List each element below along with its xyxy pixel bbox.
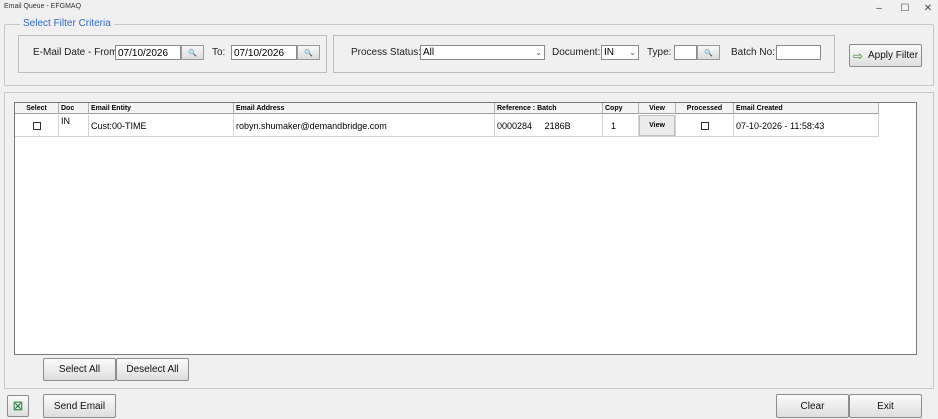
close-icon[interactable]: ✕ [918,0,938,16]
clear-button[interactable]: Clear [776,394,849,418]
row-processed-cell [676,115,734,137]
view-button[interactable]: View [639,115,675,136]
type-search-button[interactable]: 🔍 [697,45,720,60]
exit-button[interactable]: Exit [849,394,922,418]
row-select-checkbox[interactable] [33,122,41,130]
type-input[interactable] [674,45,697,60]
document-label: Document: [552,47,601,58]
row-email-entity: Cust:00-TIME [89,115,234,137]
window-title: Email Queue - EFGMAQ [4,3,82,10]
send-email-button[interactable]: Send Email [43,394,116,418]
row-email-created: 07-10-2026 - 11:58:43 [734,115,879,137]
document-select[interactable]: IN ⌄ [601,45,639,60]
excel-icon: ⊠ [12,398,24,413]
chevron-down-icon: ⌄ [629,48,636,57]
process-status-label: Process Status: [351,47,422,58]
date-from-search-button[interactable]: 🔍 [181,45,204,60]
process-status-select[interactable]: All ⌄ [420,45,545,60]
row-reference: 0000284 [497,121,533,131]
export-excel-button[interactable]: ⊠ [7,395,29,417]
minimize-icon[interactable]: – [866,0,892,16]
search-icon: 🔍 [704,49,713,57]
row-view-cell: View [639,115,676,137]
maximize-icon[interactable]: ☐ [892,0,918,16]
date-to-input[interactable]: 07/10/2026 [231,45,297,60]
email-grid: Select Doc Email Entity Email Address Re… [14,102,917,355]
row-reference-batch: 0000284 2186B [495,115,603,137]
col-copy[interactable]: Copy [603,103,639,114]
col-doc[interactable]: Doc [59,103,89,114]
apply-filter-button[interactable]: ⇨ Apply Filter [849,44,922,67]
batch-input[interactable] [776,45,821,60]
title-bar: Email Queue - EFGMAQ – ☐ ✕ [0,0,938,16]
apply-filter-label: Apply Filter [868,50,919,61]
row-doc: IN [59,115,89,137]
row-email-address: robyn.shumaker@demandbridge.com [234,115,495,137]
col-view[interactable]: View [639,103,676,114]
col-select[interactable]: Select [15,103,59,114]
table-row-select-cell [15,115,59,137]
deselect-all-button[interactable]: Deselect All [116,358,189,381]
col-email-created[interactable]: Email Created [734,103,879,114]
process-status-value: All [423,47,435,58]
col-processed[interactable]: Processed [676,103,734,114]
type-label: Type: [647,47,672,58]
document-value: IN [604,47,614,58]
date-from-label: E-Mail Date - From: [33,47,121,58]
date-to-search-button[interactable]: 🔍 [297,45,320,60]
col-reference-batch[interactable]: Reference : Batch [495,103,603,114]
batch-label: Batch No: [731,47,775,58]
row-processed-checkbox[interactable] [701,122,709,130]
arrow-right-icon: ⇨ [852,48,864,63]
row-batch: 2186B [544,121,571,131]
select-all-button[interactable]: Select All [43,358,116,381]
date-to-label: To: [212,47,226,58]
date-from-input[interactable]: 07/10/2026 [115,45,181,60]
search-icon: 🔍 [304,49,313,57]
chevron-down-icon: ⌄ [535,48,542,57]
col-email-entity[interactable]: Email Entity [89,103,234,114]
col-email-address[interactable]: Email Address [234,103,495,114]
search-icon: 🔍 [188,49,197,57]
filter-legend: Select Filter Criteria [20,18,114,29]
row-copy: 1 [603,115,639,137]
